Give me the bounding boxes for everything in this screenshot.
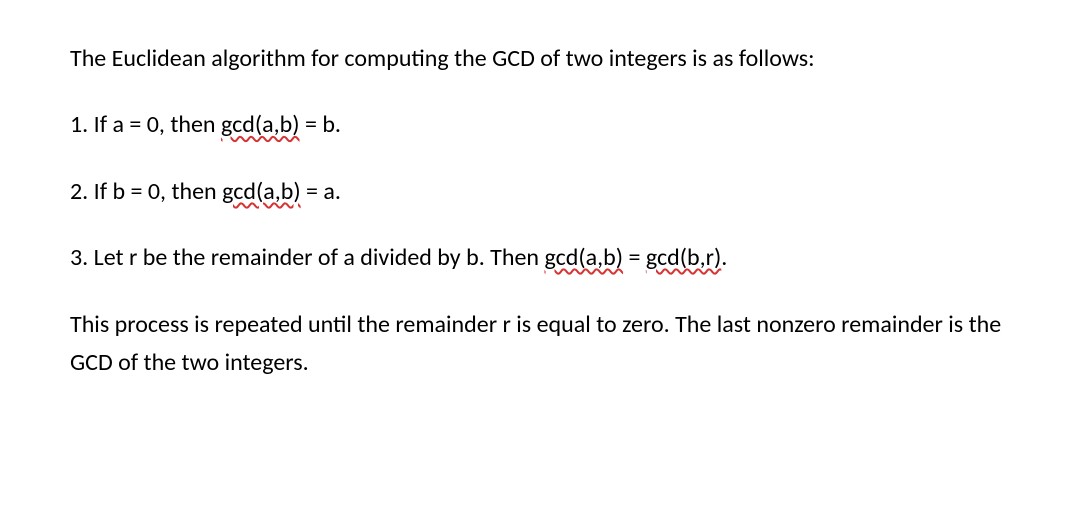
step2-suffix: = a.	[301, 177, 341, 206]
step1-suffix: = b.	[300, 110, 341, 139]
conclusion-text: This process is repeated until the remai…	[70, 310, 1001, 377]
step2-prefix: 2. If b = 0, then	[70, 177, 222, 206]
step-2: 2. If b = 0, then gcd(a,b) = a.	[70, 173, 1009, 211]
intro-paragraph: The Euclidean algorithm for computing th…	[70, 40, 1009, 78]
step3-prefix: 3. Let r be the remainder of a divided b…	[70, 243, 544, 272]
step3-gcd1: gcd(a,b)	[544, 243, 623, 272]
step3-gcd2: gcd(b,r)	[646, 243, 721, 272]
intro-text: The Euclidean algorithm for computing th…	[70, 44, 815, 73]
step1-gcd: gcd(a,b)	[221, 110, 300, 139]
step1-prefix: 1. If a = 0, then	[70, 110, 221, 139]
step3-equals: =	[623, 243, 646, 272]
step-1: 1. If a = 0, then gcd(a,b) = b.	[70, 106, 1009, 144]
step-3: 3. Let r be the remainder of a divided b…	[70, 239, 1009, 277]
step3-suffix: .	[721, 243, 727, 272]
step2-gcd: gcd(a,b)	[222, 177, 301, 206]
conclusion-paragraph: This process is repeated until the remai…	[70, 306, 1009, 383]
